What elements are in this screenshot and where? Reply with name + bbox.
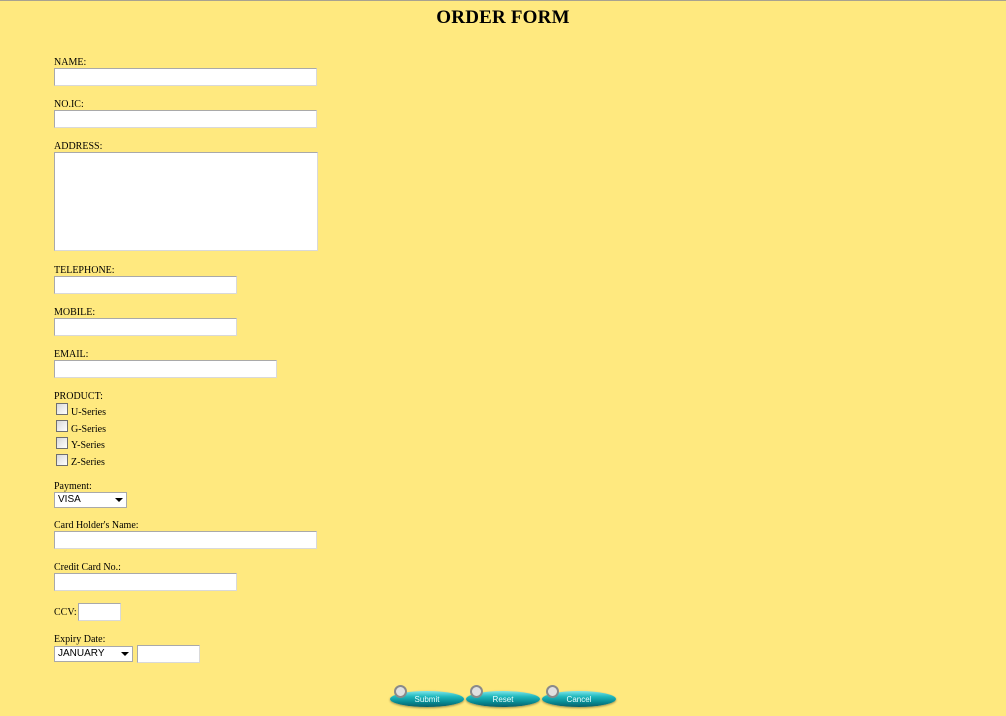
chevron-down-icon [115,498,123,502]
address-textarea[interactable] [54,152,318,251]
product-label-u-series: U-Series [71,407,106,418]
product-label-z-series: Z-Series [71,457,105,468]
product-checkbox-z-series[interactable] [56,454,68,466]
ic-input[interactable] [54,110,317,128]
payment-select[interactable]: VISA [54,492,127,508]
product-checkbox-y-series[interactable] [56,437,68,449]
name-input[interactable] [54,68,317,86]
page-title: ORDER FORM [436,7,570,28]
expiry-year-input[interactable] [137,645,200,663]
mobile-input[interactable] [54,318,237,336]
ccv-input[interactable] [78,603,121,621]
submit-button[interactable]: Submit [390,685,464,711]
product-label-g-series: G-Series [71,424,106,435]
submit-button-label: Submit [414,695,440,704]
reset-button-label: Reset [492,695,514,704]
credit-card-input[interactable] [54,573,237,591]
card-holder-input[interactable] [54,531,317,549]
email-input[interactable] [54,360,277,378]
reset-button[interactable]: Reset [466,685,540,711]
cancel-button-label: Cancel [566,695,592,704]
expiry-month-select[interactable]: JANUARY [54,646,133,662]
cancel-button[interactable]: Cancel [542,685,616,711]
expiry-label: Expiry Date: [54,634,106,645]
product-label: PRODUCT: [54,391,103,402]
product-checkbox-g-series[interactable] [56,420,68,432]
ccv-label: CCV: [54,607,77,618]
product-checkbox-u-series[interactable] [56,403,68,415]
product-label-y-series: Y-Series [71,440,105,451]
chevron-down-icon [121,652,129,656]
payment-select-value: VISA [58,494,81,505]
expiry-month-value: JANUARY [58,648,105,659]
telephone-input[interactable] [54,276,237,294]
